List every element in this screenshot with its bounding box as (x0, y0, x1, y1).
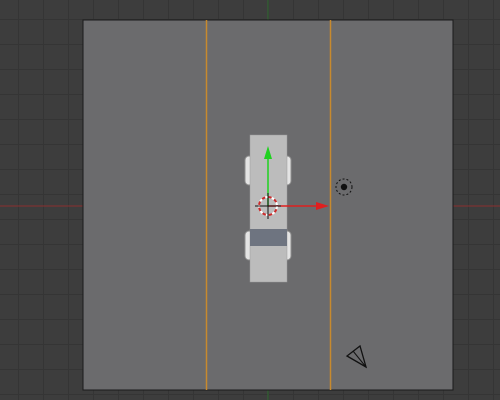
viewport-canvas[interactable] (0, 0, 500, 400)
3d-viewport[interactable] (0, 0, 500, 400)
vehicle-window-stripe (250, 229, 287, 246)
